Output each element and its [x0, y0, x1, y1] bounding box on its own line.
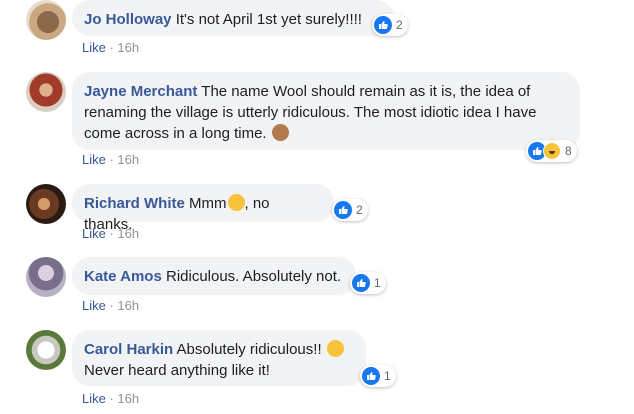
reaction-summary[interactable]: 2: [372, 14, 408, 36]
reaction-count: 8: [565, 144, 572, 158]
reaction-summary[interactable]: 8: [526, 140, 577, 162]
comment-bubble: Richard White Mmm, no thanks.: [72, 184, 334, 233]
comment-bubble: Kate Amos Ridiculous. Absolutely not.: [72, 257, 356, 295]
comment-age[interactable]: 16h: [117, 40, 139, 55]
like-reaction-icon: [362, 367, 380, 385]
comment-age[interactable]: 16h: [117, 152, 139, 167]
comment-bubble: Jo Holloway It's not April 1st yet surel…: [72, 0, 394, 36]
comment-text: It's not April 1st yet surely!!!!: [171, 11, 362, 28]
avatar[interactable]: [26, 330, 66, 370]
like-link[interactable]: Like: [82, 391, 106, 406]
like-link[interactable]: Like: [82, 40, 106, 55]
reaction-summary[interactable]: 1: [350, 272, 386, 294]
reaction-summary[interactable]: 1: [360, 365, 396, 387]
reaction-count: 2: [356, 203, 363, 217]
avatar[interactable]: [26, 0, 66, 40]
comment-author[interactable]: Carol Harkin: [84, 341, 173, 358]
comment-meta: Like · 16h: [82, 226, 140, 241]
comment-age[interactable]: 16h: [117, 226, 139, 241]
comment-bubble: Carol Harkin Absolutely ridiculous!! Nev…: [72, 330, 366, 386]
like-link[interactable]: Like: [82, 152, 106, 167]
like-link[interactable]: Like: [82, 226, 106, 241]
like-reaction-icon: [352, 274, 370, 292]
reaction-count: 1: [374, 276, 381, 290]
like-link[interactable]: Like: [82, 298, 106, 313]
comment-text: Ridiculous. Absolutely not.: [161, 268, 342, 285]
reaction-count: 2: [396, 18, 403, 32]
comment-age[interactable]: 16h: [117, 298, 139, 313]
comment-author[interactable]: Richard White: [84, 195, 185, 212]
haha-reaction-icon: [543, 142, 561, 160]
comment-age[interactable]: 16h: [117, 391, 139, 406]
comment-text: Mmm: [184, 195, 227, 212]
reaction-count: 1: [384, 369, 391, 383]
like-reaction-icon: [334, 201, 352, 219]
rolling-on-floor-laughing-icon: [326, 340, 344, 357]
comment-meta: Like · 16h: [82, 298, 140, 313]
comment-meta: Like · 16h: [82, 391, 140, 406]
see-no-evil-monkey-icon: [271, 124, 289, 141]
comment-text: Absolutely ridiculous!!: [173, 341, 326, 358]
comment-text: Never heard anything like it!: [84, 362, 270, 379]
comment-author[interactable]: Jayne Merchant: [84, 83, 197, 100]
comment-author[interactable]: Kate Amos: [84, 268, 162, 285]
comment-author[interactable]: Jo Holloway: [84, 11, 172, 28]
comment-bubble: Jayne Merchant The name Wool should rema…: [72, 72, 580, 150]
comment-meta: Like · 16h: [82, 40, 140, 55]
avatar[interactable]: [26, 184, 66, 224]
thinking-face-icon: [227, 194, 245, 211]
like-reaction-icon: [374, 16, 392, 34]
reaction-summary[interactable]: 2: [332, 199, 368, 221]
comment-meta: Like · 16h: [82, 152, 140, 167]
avatar[interactable]: [26, 72, 66, 112]
avatar[interactable]: [26, 257, 66, 297]
